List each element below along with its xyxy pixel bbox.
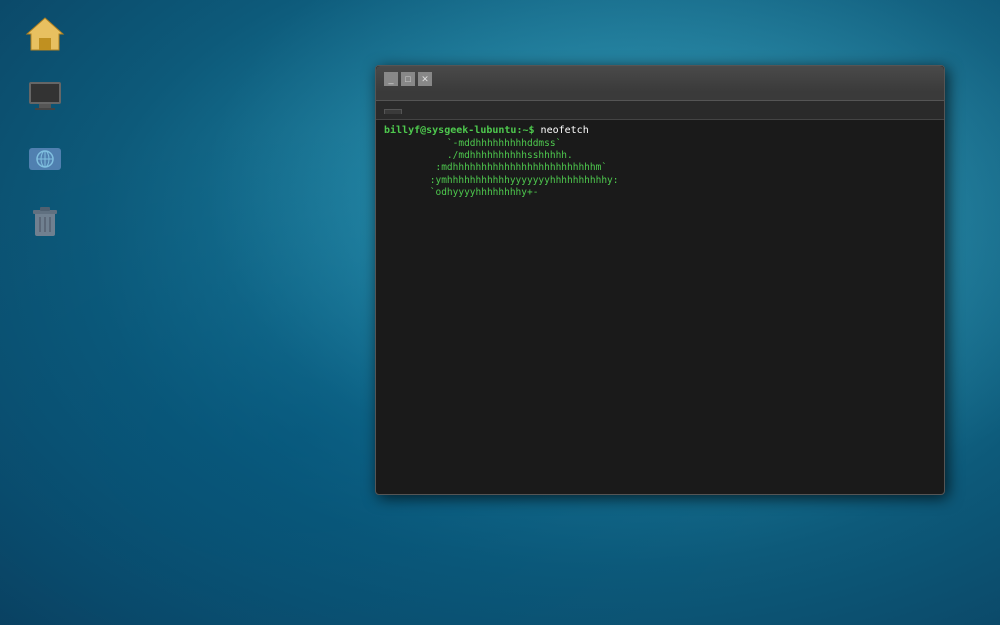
- terminal-prompt: billyf@sysgeek-lubuntu:~$: [384, 125, 535, 136]
- terminal-maximize-button[interactable]: □: [401, 72, 415, 86]
- terminal-left-pane: billyf@sysgeek-lubuntu:~$ neofetch `-mdd…: [384, 124, 936, 490]
- terminal-minimize-button[interactable]: _: [384, 72, 398, 86]
- terminal-menubar: [376, 92, 944, 101]
- desktop-icon-home[interactable]: [10, 10, 80, 62]
- terminal-tab[interactable]: [384, 109, 402, 114]
- terminal-tab-bar: [376, 101, 944, 120]
- desktop-icon-network[interactable]: [10, 134, 80, 186]
- terminal-command: neofetch: [541, 125, 589, 136]
- desktop-icon-computer[interactable]: [10, 72, 80, 124]
- terminal-ascii-art: `-mddhhhhhhhhhddmss` ./mdhhhhhhhhhhsshhh…: [384, 138, 936, 200]
- terminal-menu-help[interactable]: [464, 94, 472, 98]
- terminal-menu-file[interactable]: [384, 94, 392, 98]
- terminal-window: _ □ ✕ billyf@sysgeek-lubuntu:~$ neofetch…: [375, 65, 945, 495]
- terminal-titlebar: _ □ ✕: [376, 66, 944, 92]
- terminal-menu-view[interactable]: [444, 94, 452, 98]
- desktop-icon-trash[interactable]: [10, 196, 80, 248]
- desktop: _ □ ✕ billyf@sysgeek-lubuntu:~$ neofetch…: [0, 0, 1000, 625]
- terminal-close-button[interactable]: ✕: [418, 72, 432, 86]
- desktop-icons: [10, 10, 80, 248]
- terminal-content: billyf@sysgeek-lubuntu:~$ neofetch `-mdd…: [376, 120, 944, 494]
- terminal-menu-actions[interactable]: [404, 94, 412, 98]
- terminal-menu-edit[interactable]: [424, 94, 432, 98]
